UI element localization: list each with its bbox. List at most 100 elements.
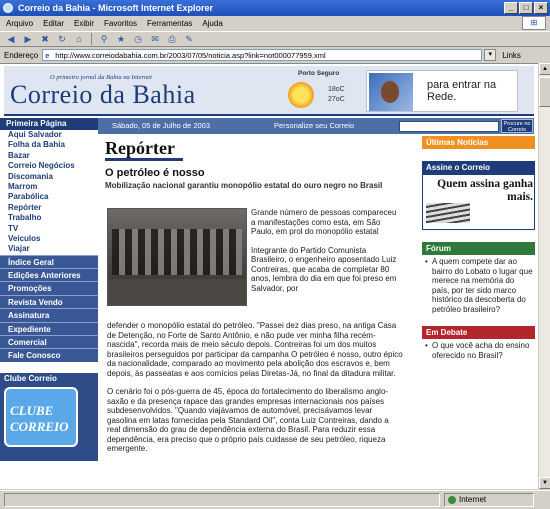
debate-question[interactable]: • O que você acha do ensino oferecido no…: [422, 339, 535, 362]
search-input[interactable]: [399, 121, 499, 132]
bullet-icon: •: [425, 257, 428, 266]
toolbar-separator: [91, 33, 92, 45]
weather-city: Porto Seguro: [298, 70, 340, 77]
clube-correio-box[interactable]: Clube Correio CLUBE CORREIO: [0, 373, 98, 461]
edit-icon[interactable]: ✎: [182, 33, 196, 45]
nav-tv[interactable]: TV: [0, 223, 98, 234]
refresh-icon[interactable]: ↻: [55, 33, 69, 45]
nav-fale-conosco[interactable]: Fale Conosco: [0, 348, 98, 362]
print-icon[interactable]: ⎙: [165, 33, 179, 45]
address-input[interactable]: http://www.correiodabahia.com.br/2003/07…: [42, 49, 483, 61]
menu-ferramentas[interactable]: Ferramentas: [147, 19, 192, 28]
search-icon[interactable]: ⚲: [97, 33, 111, 45]
minimize-button[interactable]: _: [504, 2, 518, 14]
debate-question-text: O que você acha do ensino oferecido no B…: [432, 341, 530, 360]
assine-box[interactable]: Quem assina ganha mais.: [422, 174, 535, 230]
vertical-scrollbar[interactable]: ▲ ▼: [538, 63, 550, 489]
site-header: O primeiro jornal da Bahia na Internet C…: [4, 66, 534, 116]
nav-indice-geral[interactable]: Índice Geral: [0, 254, 98, 269]
ad-photo: [369, 73, 413, 111]
menu-favoritos[interactable]: Favoritos: [104, 19, 137, 28]
nav-edicoes-anteriores[interactable]: Edições Anteriores: [0, 268, 98, 282]
status-bar: Internet: [0, 490, 550, 509]
article-paragraph: Integrante do Partido Comunista Brasilei…: [251, 245, 397, 293]
forum-question[interactable]: • A quem compete dar ao bairro do Lobato…: [422, 255, 535, 316]
ad-text: para entrar na Rede.: [427, 79, 497, 103]
close-button[interactable]: ×: [534, 2, 548, 14]
nav-expediente[interactable]: Expediente: [0, 321, 98, 336]
clube-logo-text: CLUBE CORREIO: [10, 403, 69, 434]
nav-folha-da-bahia[interactable]: Folha da Bahia: [0, 140, 98, 151]
nav-comercial[interactable]: Comercial: [0, 335, 98, 349]
favorites-icon[interactable]: ★: [114, 33, 128, 45]
nav-promocoes[interactable]: Promoções: [0, 281, 98, 295]
current-date: Sábado, 05 de Julho de 2003: [112, 121, 211, 130]
nav-parabolica[interactable]: Parabólica: [0, 192, 98, 203]
scroll-up-icon[interactable]: ▲: [539, 63, 550, 75]
left-nav: Primeira Página Aqui Salvador Folha da B…: [0, 118, 98, 362]
section-title: Repórter: [105, 138, 183, 161]
dropdown-icon[interactable]: ▾: [484, 49, 497, 61]
article-photo: [107, 208, 247, 306]
newspaper-icon: [426, 203, 470, 223]
stop-icon[interactable]: ✖: [38, 33, 52, 45]
forum-head[interactable]: Fórum: [422, 242, 535, 255]
nav-assinatura[interactable]: Assinatura: [0, 308, 98, 322]
nav-marrom[interactable]: Marrom: [0, 181, 98, 193]
scroll-thumb[interactable]: [539, 77, 550, 107]
assine-head[interactable]: Assine o Correio: [422, 161, 535, 174]
article-dek: Mobilização nacional garantiu monopólio …: [105, 181, 383, 190]
status-text: [4, 493, 440, 507]
title-bar: Correio da Bahia - Microsoft Internet Ex…: [0, 0, 550, 16]
photo-caption: Grande número de pessoas compareceu a ma…: [251, 208, 397, 236]
nav-discomania[interactable]: Discomania: [0, 171, 98, 182]
ultimas-noticias-link[interactable]: Últimas Notícias: [422, 136, 535, 149]
nav-viajar[interactable]: Viajar: [0, 244, 98, 255]
windows-logo-icon: ⊞: [522, 16, 546, 30]
menu-ajuda[interactable]: Ajuda: [202, 19, 222, 28]
back-icon[interactable]: ◀: [4, 33, 18, 45]
nav-primeira-pagina[interactable]: Primeira Página: [0, 118, 98, 130]
site-logo[interactable]: Correio da Bahia: [10, 80, 196, 110]
links-button[interactable]: Links: [502, 51, 521, 60]
address-label: Endereço: [4, 50, 39, 60]
nav-veiculos[interactable]: Veículos: [0, 233, 98, 245]
menu-editar[interactable]: Editar: [43, 19, 64, 28]
window-title: Correio da Bahia - Microsoft Internet Ex…: [18, 3, 214, 13]
nav-aqui-salvador[interactable]: Aqui Salvador: [0, 130, 98, 141]
menu-arquivo[interactable]: Arquivo: [6, 19, 33, 28]
maximize-button[interactable]: □: [519, 2, 533, 14]
clube-correio-label: Clube Correio: [4, 374, 57, 383]
debate-head[interactable]: Em Debate: [422, 326, 535, 339]
forum-question-text: A quem compete dar ao bairro do Lobato o…: [432, 257, 533, 314]
scroll-down-icon[interactable]: ▼: [539, 477, 550, 489]
ie-icon: [3, 3, 13, 13]
forward-icon[interactable]: ▶: [21, 33, 35, 45]
window-controls: _ □ ×: [504, 2, 548, 14]
personalize-link[interactable]: Personalize seu Correio: [274, 118, 354, 134]
article-body-wrap: Grande número de pessoas compareceu a ma…: [251, 208, 403, 302]
history-icon[interactable]: ◷: [131, 33, 145, 45]
nav-bazar[interactable]: Bazar: [0, 150, 98, 162]
sun-icon: [288, 82, 314, 108]
clube-correio-logo[interactable]: CLUBE CORREIO: [4, 387, 78, 447]
article-paragraph: defender o monopólio estatal do petróleo…: [107, 321, 403, 378]
search-button[interactable]: Procure no Correio: [501, 119, 533, 133]
menu-exibir[interactable]: Exibir: [74, 19, 94, 28]
weather-widget[interactable]: Porto Seguro 18oC 27oC: [286, 70, 376, 114]
right-sidebar: Últimas Notícias Assine o Correio Quem a…: [422, 136, 535, 362]
nav-trabalho[interactable]: Trabalho: [0, 213, 98, 224]
nav-reporter[interactable]: Repórter: [0, 202, 98, 214]
weather-temp-max: 18oC: [328, 86, 345, 93]
page-viewport: O primeiro jornal da Bahia na Internet C…: [0, 63, 538, 489]
article-paragraph: O cenário foi o pós-guerra de 45, época …: [107, 387, 389, 453]
toolbar: ◀ ▶ ✖ ↻ ⌂ ⚲ ★ ◷ ✉ ⎙ ✎: [0, 31, 550, 47]
home-icon[interactable]: ⌂: [72, 33, 86, 45]
internet-zone: Internet: [444, 493, 534, 507]
nav-correio-negocios[interactable]: Correio Negócios: [0, 161, 98, 172]
address-bar: Endereço http://www.correiodabahia.com.b…: [0, 48, 550, 62]
mail-icon[interactable]: ✉: [148, 33, 162, 45]
nav-revista-vendo[interactable]: Revista Vendo: [0, 294, 98, 309]
banner-ad[interactable]: para entrar na Rede.: [366, 70, 518, 112]
weather-temp-min: 27oC: [328, 96, 345, 103]
